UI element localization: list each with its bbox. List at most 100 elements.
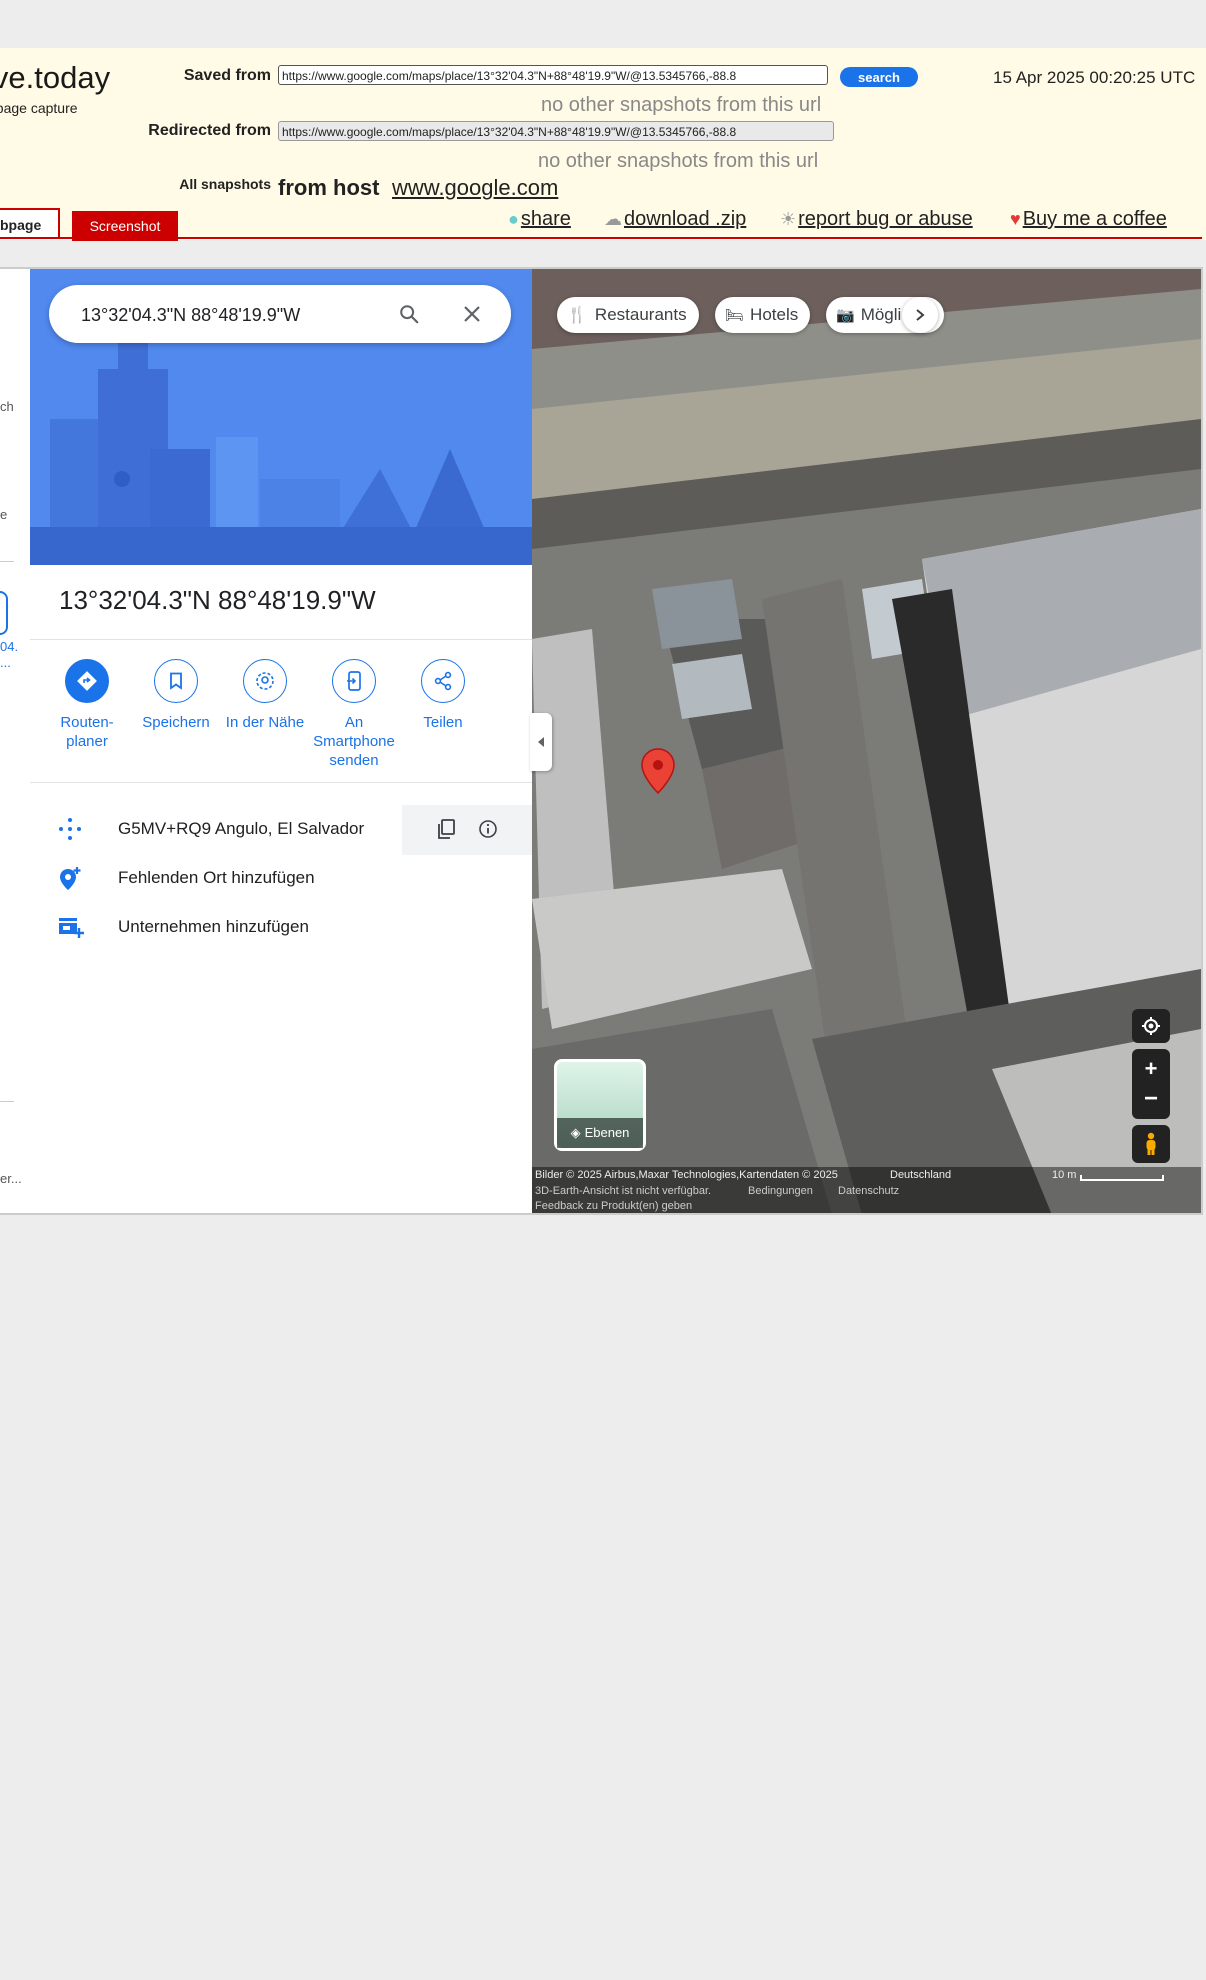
directions-label-line1: Routen- — [60, 714, 114, 731]
divider — [30, 639, 532, 640]
download-zip-link[interactable]: ☁ download .zip — [604, 208, 746, 231]
add-business-text: Unternehmen hinzufügen — [118, 917, 309, 936]
heart-icon: ♥ — [1010, 209, 1021, 229]
chevron-right-icon — [916, 309, 925, 321]
download-label: download .zip — [624, 208, 747, 230]
scale-bar — [1080, 1175, 1164, 1181]
search-icon[interactable] — [393, 298, 425, 330]
info-icon[interactable] — [478, 819, 498, 844]
scale-label[interactable]: 10 m — [1052, 1169, 1076, 1181]
from-host-label: from host — [278, 175, 380, 200]
collapse-panel-button[interactable] — [530, 713, 552, 771]
search-input[interactable] — [79, 299, 383, 331]
map-attribution: Bilder © 2025 Airbus,Maxar Technologies,… — [532, 1167, 1201, 1213]
share-icon: ● — [508, 209, 519, 229]
strip-text: e — [0, 507, 8, 522]
search-button[interactable]: search — [840, 67, 918, 87]
bug-icon: ☀ — [780, 209, 797, 229]
share-button[interactable]: Teilen — [400, 659, 486, 732]
layers-icon: ◈ — [570, 1125, 581, 1140]
strip-divider — [0, 1101, 14, 1102]
zoom-in-button[interactable]: + — [1145, 1054, 1158, 1084]
nearby-label: In der Nähe — [225, 714, 305, 731]
share-label: share — [520, 208, 571, 230]
archive-logo-subtitle: bpage capture — [0, 100, 78, 116]
archive-header: ive.today bpage capture Saved from https… — [0, 48, 1206, 241]
save-label: Speichern — [142, 714, 210, 731]
pegman-icon — [1146, 1132, 1156, 1155]
plus-code-text: G5MV+RQ9 Angulo, El Salvador — [118, 819, 365, 838]
strip-text: 04. — [0, 639, 19, 654]
saved-from-label: Saved from — [183, 67, 271, 84]
no-other-snapshots-note: no other snapshots from this url — [541, 94, 822, 116]
street-view-pegman[interactable] — [1132, 1125, 1170, 1163]
chip-hotels-label: Hotels — [750, 305, 799, 324]
phone-send-icon — [332, 659, 376, 703]
plus-code-row[interactable]: G5MV+RQ9 Angulo, El Salvador — [30, 805, 532, 855]
terms-link[interactable]: Bedingungen — [748, 1185, 813, 1197]
snapshot-timestamp: 15 Apr 2025 00:20:25 UTC — [993, 68, 1196, 87]
add-missing-place-text: Fehlenden Ort hinzufügen — [118, 868, 315, 887]
hotel-icon: 🛏 — [725, 307, 745, 324]
add-location-icon — [58, 866, 82, 890]
send-label-line1: An — [344, 714, 364, 731]
add-missing-place-row[interactable]: Fehlenden Ort hinzufügen — [30, 854, 532, 902]
zoom-out-button[interactable]: − — [1144, 1084, 1158, 1114]
divider — [30, 782, 532, 783]
layers-button[interactable]: ◈ Ebenen — [554, 1059, 646, 1151]
layers-label: Ebenen — [584, 1125, 630, 1140]
share-link[interactable]: ● share — [508, 208, 571, 231]
restaurant-icon: 🍴 — [567, 307, 587, 324]
send-to-phone-button[interactable]: An Smartphone senden — [311, 659, 397, 770]
nearby-icon — [243, 659, 287, 703]
save-button[interactable]: Speichern — [133, 659, 219, 732]
report-bug-link[interactable]: ☀ report bug or abuse — [780, 208, 973, 231]
my-location-button[interactable] — [1132, 1009, 1170, 1043]
strip-text: ... — [0, 655, 11, 670]
host-link[interactable]: www.google.com — [392, 175, 558, 201]
attribution-imagery: Bilder © 2025 Airbus,Maxar Technologies,… — [535, 1169, 838, 1181]
strip-selected-item[interactable] — [0, 591, 8, 635]
close-icon[interactable] — [456, 298, 488, 330]
zoom-controls: + − — [1132, 1049, 1170, 1119]
privacy-link[interactable]: Datenschutz — [838, 1185, 899, 1197]
attribution-country[interactable]: Deutschland — [890, 1169, 951, 1181]
plus-code-actions — [402, 805, 532, 855]
chip-restaurants[interactable]: 🍴 Restaurants — [557, 297, 699, 333]
directions-button[interactable]: Routen-planer — [44, 659, 130, 751]
copy-icon[interactable] — [436, 818, 458, 845]
strip-text: ch — [0, 399, 14, 414]
redirected-from-label: Redirected from — [148, 122, 271, 139]
chip-hotels[interactable]: 🛏 Hotels — [715, 297, 811, 333]
send-label-line3: senden — [329, 752, 379, 769]
share-icon — [421, 659, 465, 703]
directions-icon — [65, 659, 109, 703]
captured-page-frame: ch e 04. ... er... 13°32'04.3"N 88°48'19… — [0, 267, 1203, 1215]
redirected-from-url-field[interactable]: https://www.google.com/maps/place/13°32'… — [278, 121, 834, 141]
collapsed-side-panel: ch e 04. ... er... — [0, 269, 31, 1213]
chip-restaurants-label: Restaurants — [594, 305, 687, 324]
nearby-button[interactable]: In der Nähe — [222, 659, 308, 732]
send-label-line2: Smartphone — [313, 733, 395, 750]
all-snapshots-label: All snapshots — [179, 176, 271, 192]
buy-coffee-link[interactable]: ♥ Buy me a coffee — [1010, 208, 1167, 231]
crosshair-icon — [1142, 1017, 1160, 1035]
header-divider — [0, 237, 1202, 239]
report-label: report bug or abuse — [798, 208, 973, 230]
strip-divider — [0, 561, 14, 562]
chevron-left-icon — [538, 737, 544, 747]
satellite-map[interactable]: 🍴 Restaurants 🛏 Hotels 📷 Mögli + − ◈ Ebenen … — [532, 269, 1201, 1213]
tab-webpage[interactable]: bpage — [0, 208, 60, 238]
feedback-link[interactable]: Feedback zu Produkt(en) geben — [535, 1200, 692, 1212]
camera-icon: 📷 — [836, 307, 855, 324]
no-other-snapshots-note-2: no other snapshots from this url — [538, 150, 819, 172]
add-business-row[interactable]: Unternehmen hinzufügen — [30, 903, 532, 951]
attribution-3d-note: 3D-Earth-Ansicht ist nicht verfügbar. — [535, 1185, 712, 1197]
location-marker-icon[interactable] — [640, 747, 676, 800]
share-label: Teilen — [423, 714, 463, 731]
place-panel: 13°32'04.3"N 88°48'19.9"W Routen-planer … — [30, 269, 532, 1213]
directions-label-line2: planer — [66, 733, 108, 750]
saved-from-url-field[interactable]: https://www.google.com/maps/place/13°32'… — [278, 65, 828, 85]
chips-scroll-right-button[interactable] — [902, 297, 938, 333]
search-box — [49, 285, 511, 343]
